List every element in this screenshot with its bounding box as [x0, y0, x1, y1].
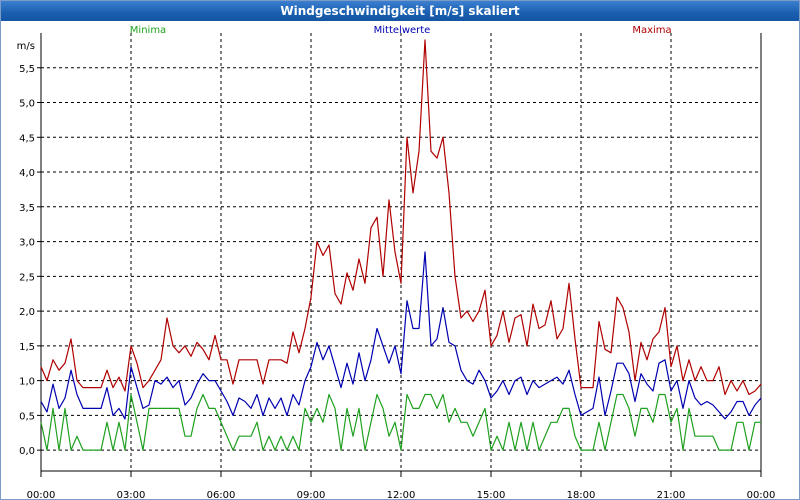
y-tick-label: 5,0 [19, 99, 35, 110]
x-tick-time: 18:00 [567, 490, 596, 499]
x-tick-time: 09:00 [297, 490, 326, 499]
wind-speed-chart: 0,0 0,5 1,0 1,5 2,0 2,5 3,0 3,5 4,0 4,5 5,0 5,5 m/s 0… [17, 25, 776, 499]
y-tick-label: 0,0 [19, 446, 35, 457]
legend-mittelwerte: Mittelwerte [374, 25, 431, 36]
x-tick-time: 06:00 [207, 490, 236, 499]
y-tick-label: 4,0 [19, 168, 35, 179]
y-tick-label: 4,5 [19, 133, 35, 144]
x-tick-time: 12:00 [387, 490, 416, 499]
labels: 0,0 0,5 1,0 1,5 2,0 2,5 3,0 3,5 4,0 4,5 5,0 5,5 m/s 0… [17, 25, 776, 499]
x-tick-time: 00:00 [27, 490, 56, 499]
y-tick-label: 3,5 [19, 203, 35, 214]
y-tick-label: 3,0 [19, 238, 35, 249]
x-tick-time: 21:00 [657, 490, 686, 499]
y-tick-label: 1,0 [19, 377, 35, 388]
y-tick-label: 0,5 [19, 411, 35, 422]
chart-window: Windgeschwindigkeit [m/s] skaliert 0,0 0,… [0, 0, 800, 500]
legend-maxima: Maxima [632, 25, 671, 36]
y-tick-label: 5,5 [19, 64, 35, 75]
x-tick-time: 03:00 [117, 490, 146, 499]
legend-minima: Minima [130, 25, 166, 36]
axes [37, 33, 762, 477]
y-tick-label: 2,5 [19, 272, 35, 283]
y-tick-label: 2,0 [19, 307, 35, 318]
x-tick-time: 15:00 [477, 490, 506, 499]
x-tick-time: 00:00 [747, 490, 776, 499]
y-tick-label: 1,5 [19, 342, 35, 353]
y-axis-label: m/s [17, 41, 35, 52]
window-title: Windgeschwindigkeit [m/s] skaliert [1, 1, 799, 21]
